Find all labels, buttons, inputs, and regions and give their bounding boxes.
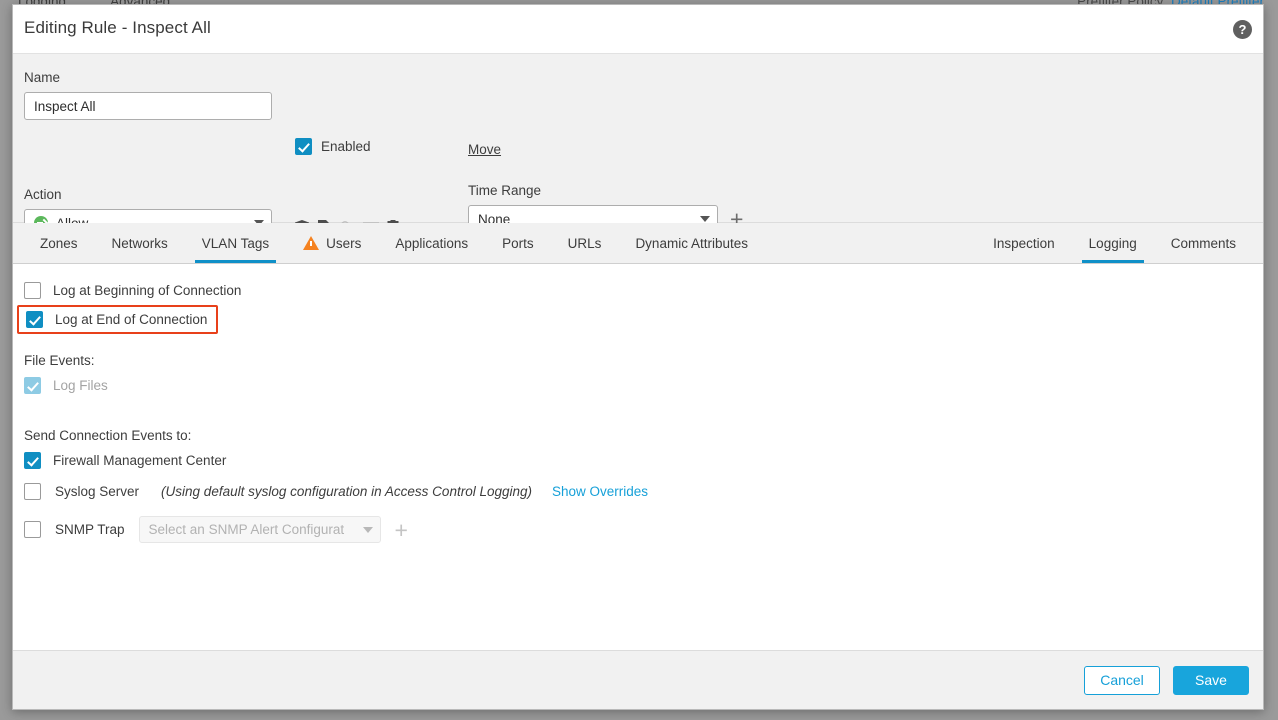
tab-networks[interactable]: Networks: [95, 223, 185, 263]
dialog-title: Editing Rule - Inspect All: [24, 18, 211, 37]
syslog-checkbox[interactable]: [24, 483, 41, 500]
logging-panel: Log at Beginning of Connection Log at En…: [13, 264, 1263, 650]
rule-form-region: Name Enabled Move Action Allow: [13, 54, 1263, 237]
tab-label: Zones: [40, 235, 78, 251]
tab-label: Ports: [502, 235, 534, 251]
rule-tab-group-left: Zones Networks VLAN Tags Users Applicati…: [23, 223, 765, 263]
move-link[interactable]: Move: [468, 142, 501, 157]
action-label: Action: [24, 187, 62, 202]
tab-label: Users: [326, 235, 362, 251]
add-snmp-alert-button: +: [394, 516, 408, 543]
snmp-alert-config-select: Select an SNMP Alert Configurat: [138, 516, 381, 543]
tab-urls[interactable]: URLs: [551, 223, 619, 263]
show-overrides-link[interactable]: Show Overrides: [552, 484, 648, 499]
time-range-label: Time Range: [468, 183, 542, 198]
editing-rule-dialog: Editing Rule - Inspect All ? Name Enable…: [12, 4, 1264, 710]
tab-label: Logging: [1088, 235, 1137, 251]
rule-tab-group-right: Inspection Logging Comments: [976, 223, 1253, 263]
snmp-trap-row[interactable]: SNMP Trap Select an SNMP Alert Configura…: [13, 516, 1263, 543]
cancel-button[interactable]: Cancel: [1084, 665, 1160, 695]
tab-zones[interactable]: Zones: [23, 223, 95, 263]
warning-triangle-icon: [303, 236, 320, 250]
tab-comments[interactable]: Comments: [1154, 223, 1253, 263]
tab-label: Networks: [111, 235, 168, 251]
tab-users[interactable]: Users: [286, 223, 378, 263]
rule-tab-bar: Zones Networks VLAN Tags Users Applicati…: [13, 223, 1263, 264]
chevron-down-icon: [362, 526, 373, 533]
help-circle-icon[interactable]: ?: [1233, 20, 1252, 39]
dialog-footer: Cancel Save: [13, 650, 1263, 709]
tab-ports[interactable]: Ports: [485, 223, 551, 263]
tab-dynamic-attributes[interactable]: Dynamic Attributes: [618, 223, 765, 263]
log-beginning-row[interactable]: Log at Beginning of Connection: [13, 282, 1263, 299]
snmp-trap-checkbox[interactable]: [24, 521, 41, 538]
log-files-checkbox: [24, 377, 41, 394]
send-connection-events-label: Send Connection Events to:: [24, 428, 192, 443]
dialog-title-bar: Editing Rule - Inspect All ?: [13, 5, 1263, 54]
log-beginning-checkbox[interactable]: [24, 282, 41, 299]
log-end-label: Log at End of Connection: [55, 312, 208, 327]
tab-label: Dynamic Attributes: [635, 235, 748, 251]
enabled-label: Enabled: [321, 139, 371, 154]
save-button[interactable]: Save: [1173, 665, 1249, 695]
tab-logging[interactable]: Logging: [1072, 223, 1154, 263]
file-events-label: File Events:: [24, 353, 95, 368]
tab-label: URLs: [567, 235, 602, 251]
chevron-down-icon: [700, 216, 710, 222]
fmc-checkbox[interactable]: [24, 452, 41, 469]
snmp-alert-config-placeholder: Select an SNMP Alert Configurat: [148, 522, 345, 537]
log-files-row: Log Files: [13, 377, 1263, 394]
syslog-label: Syslog Server: [55, 484, 140, 499]
tab-applications[interactable]: Applications: [378, 223, 485, 263]
log-beginning-label: Log at Beginning of Connection: [53, 283, 242, 298]
fmc-label: Firewall Management Center: [53, 453, 227, 468]
syslog-row[interactable]: Syslog Server (Using default syslog conf…: [13, 483, 1263, 500]
tab-vlan-tags[interactable]: VLAN Tags: [185, 223, 286, 263]
tab-label: Applications: [395, 235, 469, 251]
log-end-checkbox[interactable]: [26, 311, 43, 328]
tab-inspection[interactable]: Inspection: [976, 223, 1072, 263]
tab-label: Inspection: [993, 235, 1055, 251]
log-files-label: Log Files: [53, 378, 108, 393]
log-end-row[interactable]: Log at End of Connection: [13, 305, 1263, 334]
name-field-group: Name: [24, 70, 272, 120]
tab-label: VLAN Tags: [201, 235, 270, 251]
enabled-checkbox-group[interactable]: Enabled: [295, 138, 371, 155]
enabled-checkbox[interactable]: [295, 138, 312, 155]
syslog-note: (Using default syslog configuration in A…: [161, 484, 532, 499]
fmc-row[interactable]: Firewall Management Center: [13, 452, 1263, 469]
snmp-trap-label: SNMP Trap: [55, 522, 125, 537]
name-label: Name: [24, 70, 61, 85]
name-input[interactable]: [24, 92, 272, 120]
tab-label: Comments: [1170, 235, 1236, 251]
log-end-highlight: Log at End of Connection: [17, 305, 219, 334]
